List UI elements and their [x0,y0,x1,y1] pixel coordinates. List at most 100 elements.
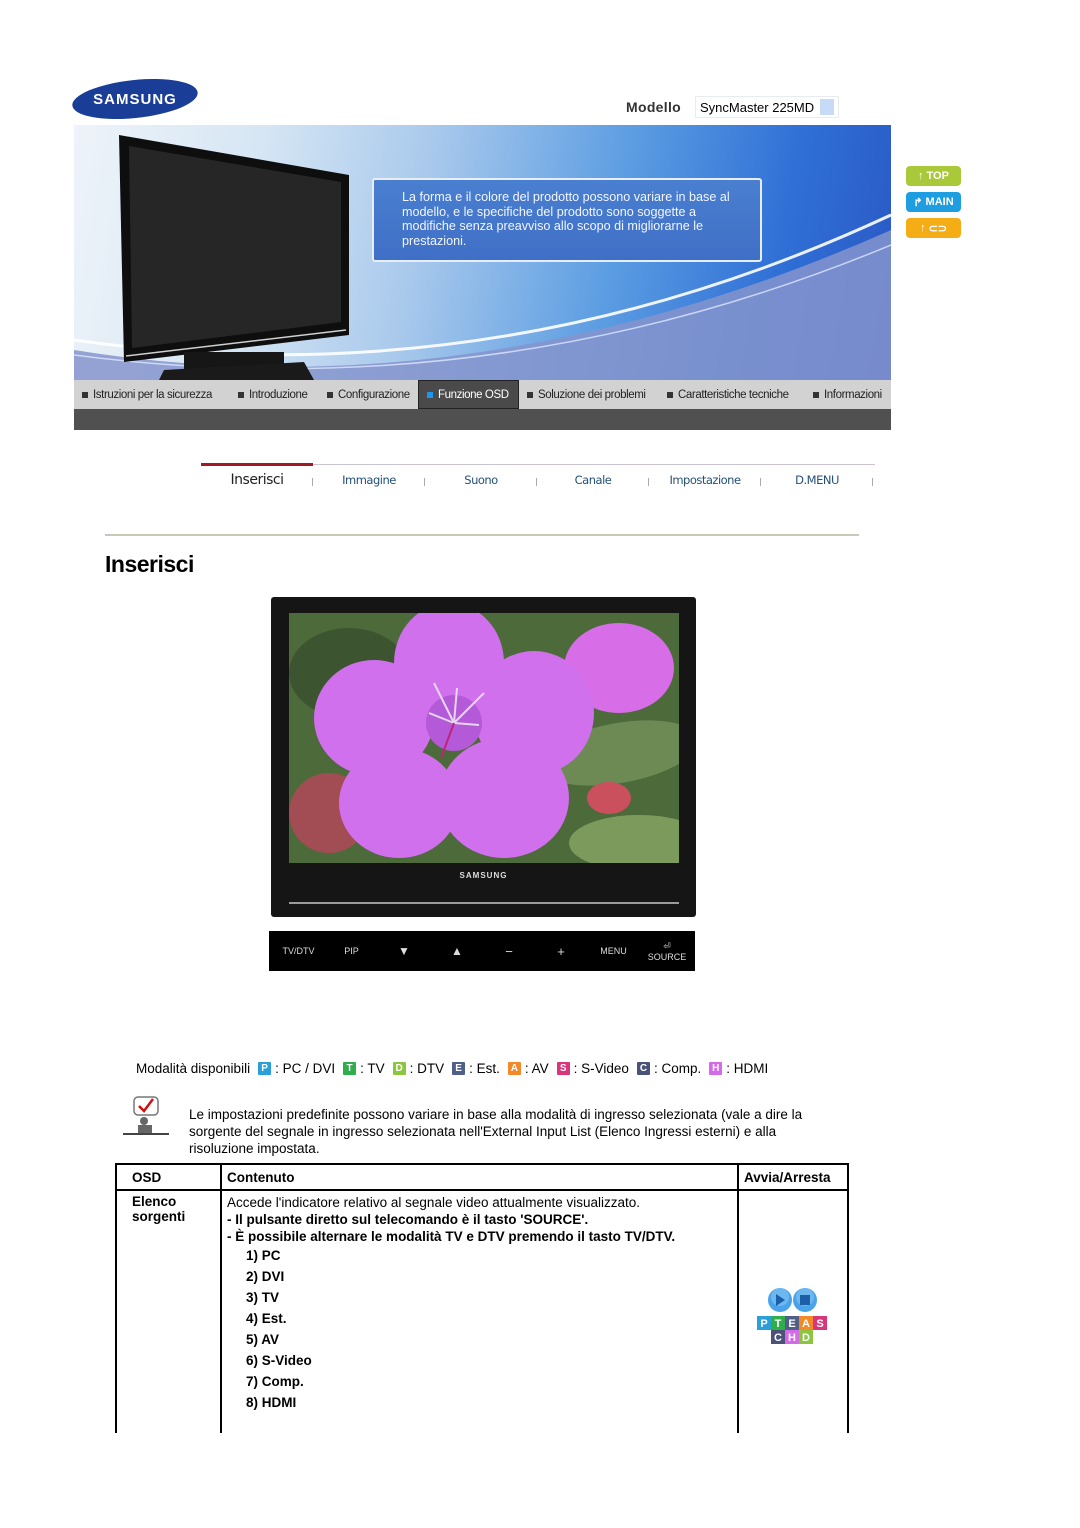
play-animation-button[interactable]: P T E A S C H D [744,1286,842,1348]
top-button[interactable]: ↑ TOP [906,166,961,186]
svg-text:P: P [760,1318,767,1330]
svg-text:C: C [774,1332,782,1344]
list-item: 7) Comp. [246,1374,304,1389]
flower-photo [289,613,679,863]
plus-button[interactable]: + [541,931,581,971]
main-button-label: MAIN [925,196,954,208]
button-label: SOURCE [647,951,687,962]
nav-item-caratteristiche[interactable]: Caratteristiche tecniche [659,380,805,409]
nav-item-sicurezza[interactable]: Istruzioni per la sicurezza [74,380,230,409]
monitor-screen [289,613,679,863]
monitor-button-bar: TV/DTV PIP ▼ ▲ − + MENU ⏎ SOURCE [269,931,695,971]
tab-immagine[interactable]: Immagine [313,469,425,491]
page-title: Inserisci [105,551,194,577]
arrow-up-icon: ↑ [918,170,924,182]
header-contenuto: Contenuto [220,1163,739,1191]
available-modes: Modalità disponibili P: PC / DVI T: TV D… [136,1061,768,1076]
nav-item-label: Configurazione [338,388,410,401]
nav-item-configurazione[interactable]: Configurazione [319,380,418,409]
down-button[interactable]: ▼ [384,931,424,971]
bullet-icon [82,391,88,398]
bullet-icon [527,391,533,398]
button-label: TV/DTV [282,946,315,956]
mode-badge-d: D [392,1062,406,1075]
osd-play: P T E A S C H D [737,1189,849,1433]
svg-text:D: D [802,1332,810,1344]
tab-suono[interactable]: Suono [425,469,537,491]
main-button[interactable]: ↱ MAIN [906,192,961,212]
svg-text:H: H [788,1332,796,1344]
svg-text:A: A [802,1318,810,1330]
svg-text:T: T [775,1318,782,1330]
source-button[interactable]: ⏎ SOURCE [643,931,691,971]
minus-button[interactable]: − [489,931,529,971]
note-checkmark-icon [123,1096,169,1135]
triangle-up-icon: ▲ [451,944,463,958]
arrow-turn-up-icon: ↱ [913,196,923,209]
tab-dmenu[interactable]: D.MENU [761,469,873,491]
mode-badge-a: A [507,1062,521,1075]
list-item: 4) Est. [246,1311,287,1326]
nav-item-label: Istruzioni per la sicurezza [93,388,212,401]
model-value: SyncMaster 225MD [699,99,815,115]
banner-notice: La forma e il colore del prodotto posson… [372,178,762,262]
svg-text:E: E [788,1318,795,1330]
tab-impostazione[interactable]: Impostazione [649,469,761,491]
nav-item-label: Soluzione dei problemi [538,388,646,401]
hero-banner: La forma e il colore del prodotto posson… [74,125,891,380]
active-tab-indicator [201,463,313,466]
header-osd: OSD [115,1163,222,1191]
svg-text:S: S [816,1318,823,1330]
model-dropdown[interactable]: SyncMaster 225MD [694,96,840,118]
main-nav: Istruzioni per la sicurezza Introduzione… [74,380,891,409]
table-header-row: OSD Contenuto Avvia/Arresta [115,1163,849,1191]
mode-text: : DTV [409,1061,445,1076]
up-button[interactable]: ▲ [437,931,477,971]
list-item: 2) DVI [246,1269,285,1284]
mode-text: : S-Video [573,1061,629,1076]
model-selector: Modello SyncMaster 225MD [626,96,840,118]
minus-icon: − [505,943,513,959]
bullet-icon [238,391,244,398]
list-item: 6) S-Video [246,1353,312,1368]
mode-text: : HDMI [726,1061,769,1076]
menu-button[interactable]: MENU [591,931,636,971]
button-label: MENU [600,946,627,956]
modes-label: Modalità disponibili [136,1061,251,1076]
play-pteas-icon[interactable]: P T E A S C H D [755,1286,831,1348]
nav-item-label: Caratteristiche tecniche [678,388,789,401]
mode-text: : AV [524,1061,549,1076]
tvdtv-button[interactable]: TV/DTV [271,931,326,971]
osd-content: Accede l'indicatore relativo al segnale … [220,1189,739,1433]
osd-name-text: Elenco sorgenti [132,1194,186,1224]
mode-badge-c: C [636,1062,650,1075]
monitor-bezel-line [289,902,679,904]
table-row: Elenco sorgenti Accede l'indicatore rela… [115,1189,849,1433]
chain-link-icon: ⊂⊃ [928,222,947,235]
source-list: 1) PC 2) DVI 3) TV 4) Est. 5) AV 6) S-Vi… [246,1245,732,1413]
nav-item-label: Informazioni [824,388,882,401]
dropdown-handle-icon[interactable] [820,99,835,115]
list-item: 5) AV [246,1332,280,1347]
tab-canale[interactable]: Canale [537,469,649,491]
bullet-icon [813,391,819,398]
osd-name: Elenco sorgenti [115,1189,222,1433]
logo-text: SAMSUNG [93,91,177,108]
nav-item-soluzione[interactable]: Soluzione dei problemi [519,380,659,409]
nav-item-funzione-osd[interactable]: Funzione OSD [418,380,519,409]
list-item: 1) PC [246,1248,281,1263]
mode-badge-p: P [258,1062,272,1075]
mode-text: : Comp. [653,1061,702,1076]
mode-text: : TV [360,1061,385,1076]
nav-item-introduzione[interactable]: Introduzione [230,380,319,409]
samsung-logo[interactable]: SAMSUNG [70,77,200,121]
nav-item-informazioni[interactable]: Informazioni [805,380,891,409]
button-label: PIP [344,946,359,956]
pip-button[interactable]: PIP [329,931,374,971]
back-link-button[interactable]: ↑ ⊂⊃ [906,218,961,238]
mode-badge-t: T [343,1062,357,1075]
tab-inserisci[interactable]: Inserisci [201,469,313,491]
list-item: 3) TV [246,1290,280,1305]
osd-table: OSD Contenuto Avvia/Arresta Elenco sorge… [115,1163,849,1433]
source-icon: ⏎ [663,940,671,951]
